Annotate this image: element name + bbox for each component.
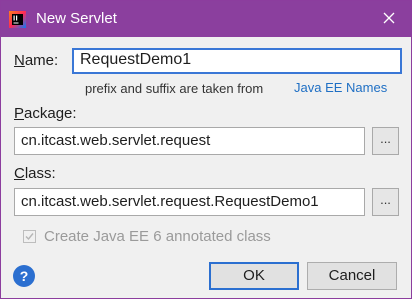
cancel-button[interactable]: Cancel [307,262,397,290]
dialog-title: New Servlet [36,10,117,27]
ok-button[interactable]: OK [209,262,299,290]
annotated-class-checkbox[interactable] [23,229,36,243]
close-button[interactable] [367,1,411,37]
name-hint: prefix and suffix are taken from [85,81,264,96]
new-servlet-dialog: New Servlet Name: RequestDemo1 prefix an… [0,0,412,299]
help-icon: ? [19,268,29,284]
close-icon [383,11,395,28]
title-bar: New Servlet [1,1,411,37]
java-ee-names-link[interactable]: Java EE Names [294,80,387,95]
intellij-idea-icon [9,11,26,28]
annotated-class-label: Create Java EE 6 annotated class [44,227,271,245]
class-browse-button[interactable]: ... [372,188,399,216]
help-button[interactable]: ? [13,265,35,287]
name-label: Name: [14,52,59,69]
annotated-class-option[interactable]: Create Java EE 6 annotated class [23,227,271,245]
dialog-content: Name: RequestDemo1 prefix and suffix are… [1,37,411,298]
package-browse-button[interactable]: ... [372,127,399,155]
package-label: Package: [14,105,77,122]
class-label: Class: [14,165,56,182]
name-input[interactable]: RequestDemo1 [72,48,402,74]
class-field[interactable]: cn.itcast.web.servlet.request.RequestDem… [14,188,365,216]
package-field[interactable]: cn.itcast.web.servlet.request [14,127,365,155]
